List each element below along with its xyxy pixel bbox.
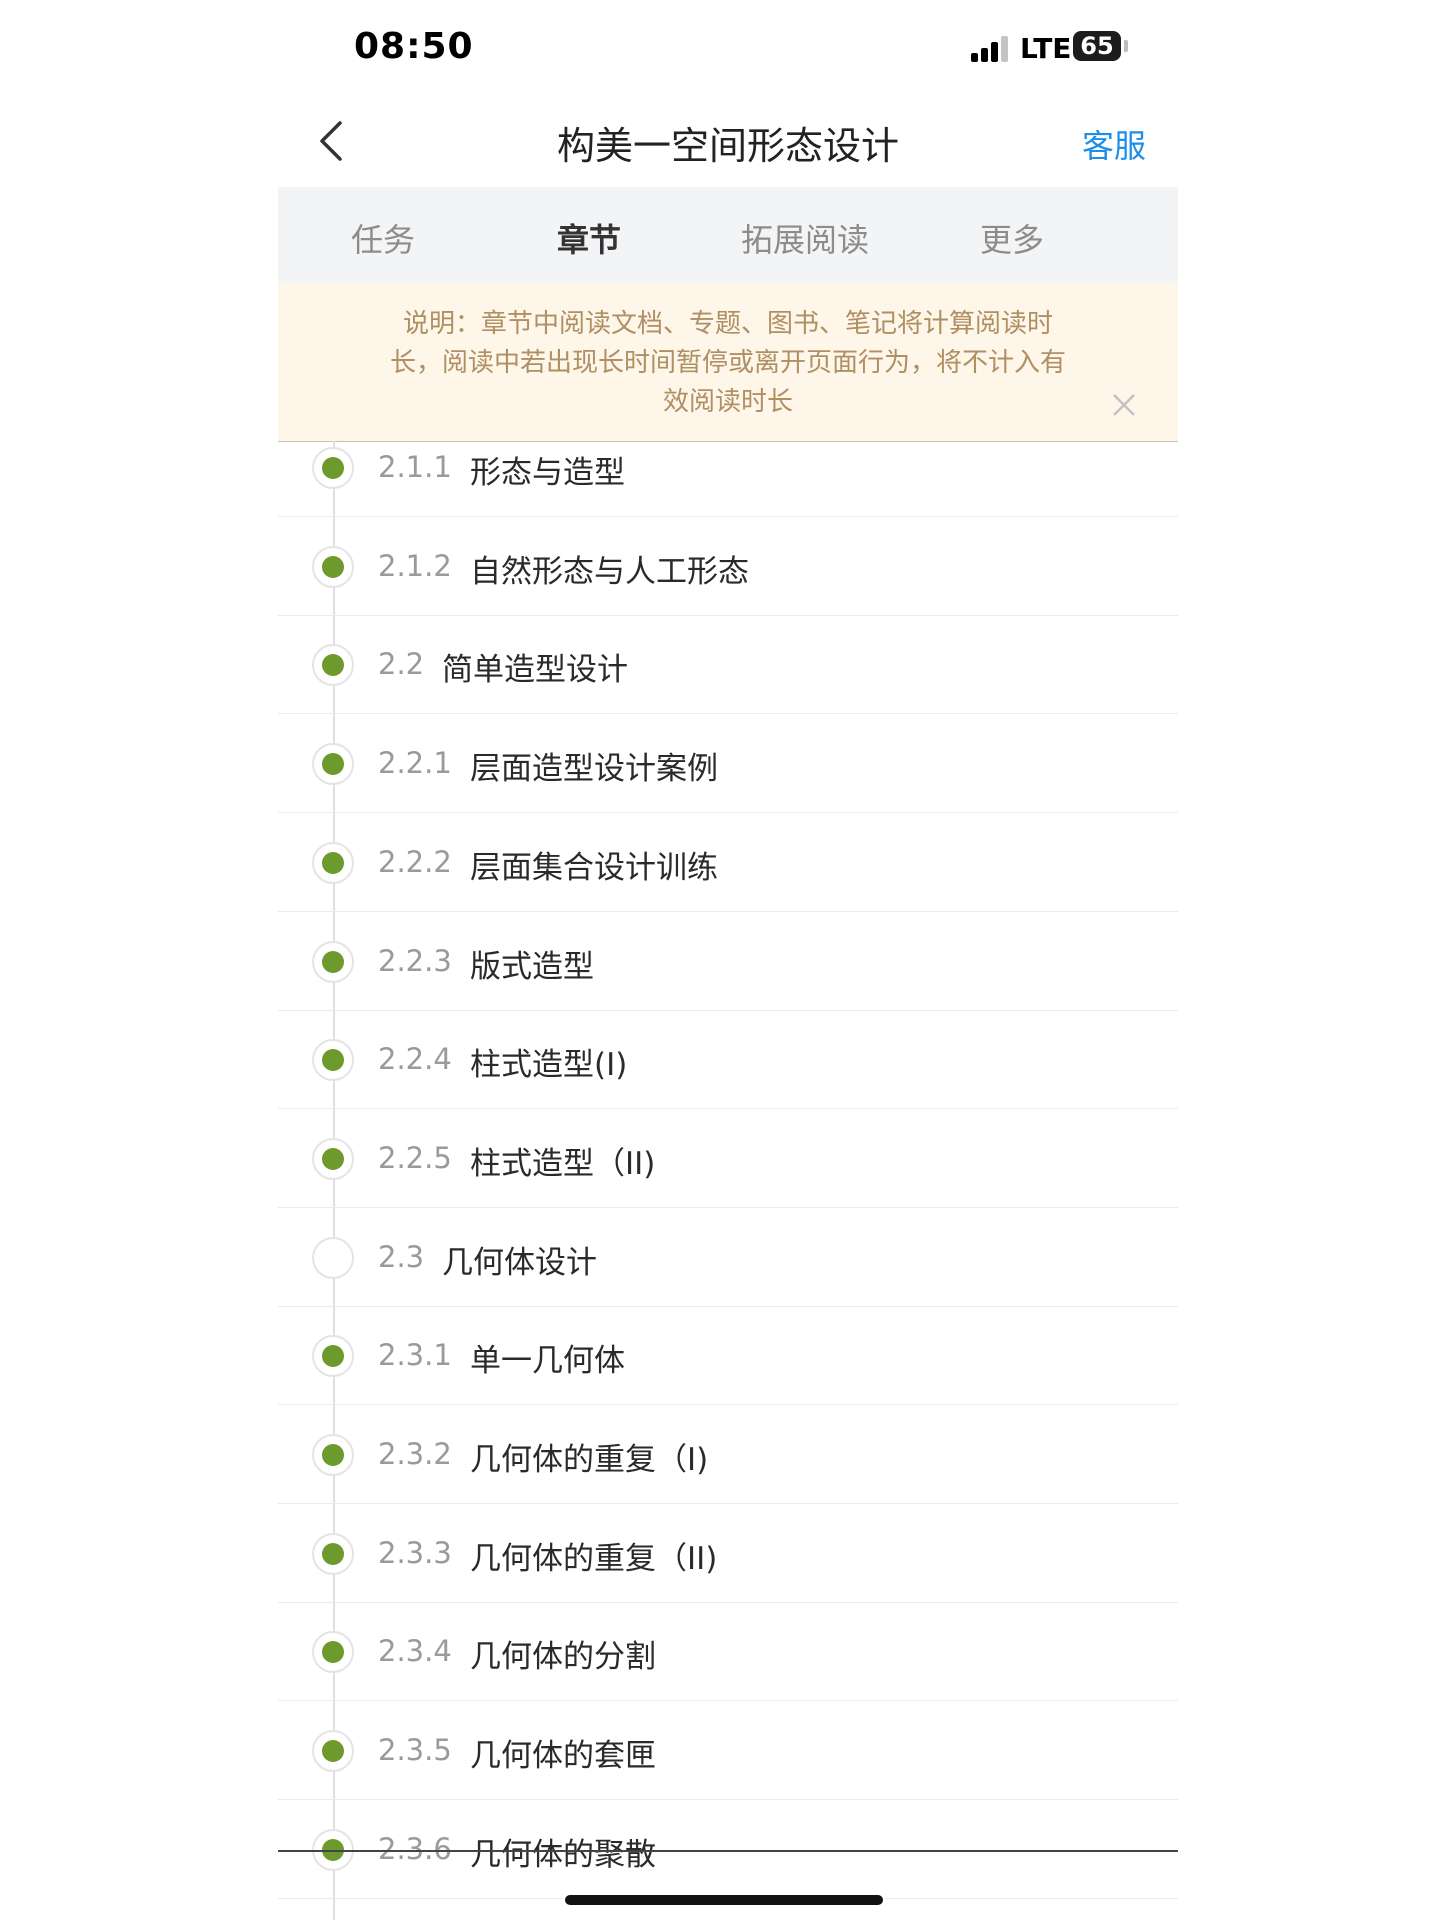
completed-dot <box>322 950 344 973</box>
tab-extended-reading[interactable]: 拓展阅读 <box>741 215 869 261</box>
chapter-number: 2.2 <box>378 647 425 682</box>
chapter-title: 单一几何体 <box>470 1343 625 1380</box>
completed-status-icon <box>312 1335 354 1378</box>
chevron-left-icon[interactable] <box>314 119 354 163</box>
chapter-number: 2.1.1 <box>378 450 452 484</box>
battery-cap <box>1124 40 1128 52</box>
nav-bar: 构美一空间形态设计 客服 <box>278 95 1178 187</box>
chapter-number: 2.3.1 <box>378 1338 452 1373</box>
completed-dot <box>322 555 344 578</box>
signal-icon <box>971 36 1011 62</box>
close-icon[interactable] <box>1111 392 1137 418</box>
completed-dot <box>322 1641 344 1664</box>
chapter-row[interactable]: 2.2 简单造型设计 <box>278 616 1178 715</box>
completed-status-icon <box>312 447 354 489</box>
chapter-number: 2.2.1 <box>378 746 452 781</box>
status-time: 08:50 <box>354 26 474 67</box>
chapter-row[interactable]: 2.2.4 柱式造型(I) <box>278 1011 1178 1110</box>
app-screen: 08:50 LTE 65 构美一空间形态设计 客服 任务 章节 拓展阅读 更多 … <box>278 0 1178 1920</box>
chapter-row[interactable]: 2.1.2 自然形态与人工形态 <box>278 518 1178 616</box>
page-title: 构美一空间形态设计 <box>556 124 899 168</box>
chapter-number: 2.3.6 <box>378 1831 452 1866</box>
chapter-title: 层面集合设计训练 <box>470 849 718 886</box>
chapter-number: 2.2.5 <box>378 1140 452 1175</box>
completed-dot <box>322 851 344 874</box>
chapter-row[interactable]: 2.3.4 几何体的分割 <box>278 1603 1178 1702</box>
chapter-number: 2.2.3 <box>378 943 452 978</box>
completed-dot <box>322 753 344 776</box>
chapter-title: 自然形态与人工形态 <box>470 553 749 590</box>
chapter-title: 几何体的重复（II) <box>470 1540 718 1577</box>
chapter-title: 几何体设计 <box>442 1244 597 1281</box>
tab-more[interactable]: 更多 <box>980 215 1044 261</box>
completed-dot <box>322 1345 344 1368</box>
chapter-row[interactable]: 2.2.2 层面集合设计训练 <box>278 814 1178 912</box>
chapter-number: 2.2.4 <box>378 1042 452 1077</box>
chapter-number: 2.3.4 <box>378 1634 452 1669</box>
completed-status-icon <box>312 1730 354 1773</box>
completed-dot <box>322 1740 344 1763</box>
chapter-number: 2.3.5 <box>378 1733 452 1768</box>
status-bar: 08:50 LTE 65 <box>278 0 1178 95</box>
completed-status-icon <box>312 1532 354 1575</box>
chapter-number: 2.3.3 <box>378 1535 452 1570</box>
chapter-title: 版式造型 <box>470 948 594 985</box>
battery-icon: 65 <box>1073 31 1121 61</box>
reading-notice: 说明：章节中阅读文档、专题、图书、笔记将计算阅读时长，阅读中若出现长时间暂停或离… <box>278 283 1178 442</box>
chapter-number: 2.1.2 <box>378 548 452 583</box>
chapter-title: 简单造型设计 <box>442 652 628 689</box>
completed-status-icon <box>312 644 354 687</box>
chapter-number: 2.2.2 <box>378 844 452 879</box>
completed-status-icon <box>312 1137 354 1180</box>
completed-status-icon <box>312 940 354 983</box>
chapter-row[interactable]: 2.3.2 几何体的重复（I) <box>278 1406 1178 1504</box>
completed-status-icon <box>312 1434 354 1476</box>
chapter-row[interactable]: 2.3.3 几何体的重复（II) <box>278 1505 1178 1603</box>
notice-text: 说明：章节中阅读文档、专题、图书、笔记将计算阅读时长，阅读中若出现长时间暂停或离… <box>389 309 1066 417</box>
completed-dot <box>322 654 344 677</box>
chapter-row[interactable]: 2.2.5 柱式造型（II) <box>278 1110 1178 1208</box>
chapter-row[interactable]: 2.3.5 几何体的套匣 <box>278 1702 1178 1801</box>
chapter-title: 层面造型设计案例 <box>470 751 718 788</box>
completed-dot <box>322 1147 344 1170</box>
completed-dot <box>322 1049 344 1072</box>
completed-dot <box>322 1542 344 1565</box>
chapter-row[interactable]: 2.3 几何体设计 <box>278 1209 1178 1307</box>
tab-bar: 任务 章节 拓展阅读 更多 <box>278 187 1178 283</box>
completed-dot <box>322 457 344 479</box>
completed-status-icon <box>312 743 354 786</box>
chapter-number: 2.3 <box>378 1239 425 1274</box>
chapter-number: 2.3.2 <box>378 1437 452 1471</box>
customer-service-button[interactable]: 客服 <box>1082 121 1146 167</box>
completed-status-icon <box>312 1631 354 1674</box>
completed-status-icon <box>312 841 354 884</box>
chapter-title: 几何体的套匣 <box>470 1738 656 1775</box>
chapter-row[interactable]: 2.2.3 版式造型 <box>278 913 1178 1011</box>
chapter-title: 几何体的重复（I) <box>470 1442 709 1478</box>
chapter-title: 柱式造型（II) <box>470 1145 656 1182</box>
chapter-title: 形态与造型 <box>470 455 625 491</box>
chapter-title: 几何体的分割 <box>470 1639 656 1676</box>
network-label: LTE <box>1020 32 1072 65</box>
chapter-list: 2.1.1 形态与造型 2.1.2 自然形态与人工形态 2.2 简单造型设计 2.2.1 层面… <box>278 441 1178 1920</box>
chapter-row[interactable]: 2.2.1 层面造型设计案例 <box>278 715 1178 814</box>
completed-status-icon <box>312 545 354 588</box>
home-indicator <box>565 1895 883 1905</box>
strike-line <box>278 1849 1178 1852</box>
incomplete-status-icon <box>312 1236 354 1279</box>
chapter-row[interactable]: 2.3.1 单一几何体 <box>278 1307 1178 1406</box>
tab-chapters[interactable]: 章节 <box>557 215 621 261</box>
completed-dot <box>322 1444 344 1466</box>
completed-status-icon <box>312 1039 354 1082</box>
chapter-row[interactable]: 2.1.1 形态与造型 <box>278 441 1178 517</box>
tab-tasks[interactable]: 任务 <box>351 215 415 261</box>
chapter-title: 柱式造型(I) <box>470 1047 628 1084</box>
